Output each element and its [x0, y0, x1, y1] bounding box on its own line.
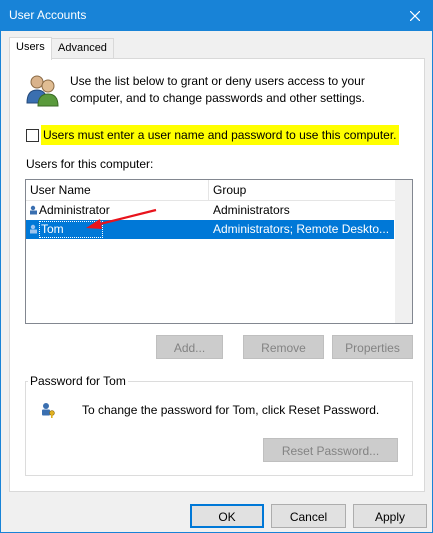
list-scrollbar[interactable] — [395, 180, 412, 323]
cancel-button[interactable]: Cancel — [271, 504, 346, 528]
add-user-button[interactable]: Add... — [156, 335, 223, 359]
group-cell: Administrators; Remote Deskto... — [213, 222, 390, 236]
list-item[interactable]: Administrator Administrators — [26, 201, 394, 220]
group-cell: Administrators — [213, 203, 290, 217]
column-header-user-name[interactable]: User Name — [26, 180, 209, 201]
tab-advanced[interactable]: Advanced — [51, 38, 114, 59]
list-item-selected[interactable]: Tom Administrators; Remote Deskto... — [26, 220, 394, 239]
close-icon — [410, 11, 420, 21]
password-group-legend: Password for Tom — [28, 374, 128, 388]
reset-password-button[interactable]: Reset Password... — [263, 438, 398, 462]
remove-user-button[interactable]: Remove — [243, 335, 324, 359]
user-icon — [30, 224, 37, 234]
properties-button[interactable]: Properties — [332, 335, 413, 359]
window-title: User Accounts — [9, 8, 87, 22]
list-header: User Name Group — [26, 180, 412, 201]
require-password-checkbox[interactable] — [26, 129, 39, 142]
column-header-group[interactable]: Group — [209, 180, 412, 201]
reset-password-instructions: To change the password for Tom, click Re… — [82, 403, 380, 417]
annotation-arrow-icon — [86, 208, 157, 229]
apply-button[interactable]: Apply — [353, 504, 427, 528]
users-list[interactable]: User Name Group Administrator Administra… — [25, 179, 413, 324]
user-accounts-window: User Accounts Users Advanced Use the lis… — [0, 0, 433, 533]
ok-button[interactable]: OK — [190, 504, 264, 528]
users-list-label: Users for this computer: — [26, 157, 154, 171]
user-icon — [30, 205, 37, 215]
users-tab-panel: Use the list below to grant or deny user… — [9, 58, 425, 492]
require-password-label[interactable]: Users must enter a user name and passwor… — [41, 125, 399, 145]
intro-text: Use the list below to grant or deny user… — [70, 74, 365, 105]
title-bar: User Accounts — [1, 1, 432, 31]
users-group-icon — [26, 75, 59, 107]
tab-users[interactable]: Users — [9, 37, 52, 60]
user-key-icon — [42, 403, 55, 418]
close-button[interactable] — [398, 1, 432, 31]
